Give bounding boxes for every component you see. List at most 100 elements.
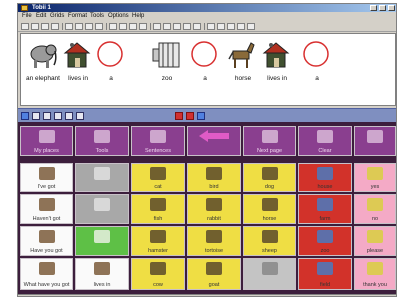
circle-icon: [303, 41, 329, 67]
cell-icon[interactable]: [193, 23, 201, 30]
save-icon[interactable]: [41, 23, 49, 30]
open-icon[interactable]: [31, 23, 39, 30]
grid-cell[interactable]: bird: [187, 163, 241, 192]
grid-cell[interactable]: tortoise: [187, 226, 241, 256]
grid-cell-label: house: [317, 184, 333, 190]
grid-cell[interactable]: Tools: [75, 126, 129, 156]
print-icon[interactable]: [51, 23, 59, 30]
grid-cell[interactable]: [75, 194, 129, 224]
help-icon[interactable]: [247, 23, 255, 30]
grid-cell[interactable]: sheep: [243, 226, 296, 256]
grid-cell[interactable]: Have you got: [20, 226, 73, 256]
sentence-symbol[interactable]: lives in: [261, 39, 291, 85]
menu-help[interactable]: Help: [132, 13, 144, 20]
settings-icon[interactable]: [227, 23, 235, 30]
grid-clear-icon[interactable]: [65, 112, 73, 120]
grid-forward-icon[interactable]: [43, 112, 51, 120]
grid-cell[interactable]: My places: [20, 126, 73, 156]
grid-layout-icon[interactable]: [183, 23, 191, 30]
grid-cell[interactable]: cat: [131, 163, 185, 192]
grid-cell[interactable]: dog: [243, 163, 296, 192]
new-icon[interactable]: [21, 23, 29, 30]
grid-cell[interactable]: Haven't got: [20, 194, 73, 224]
cow-icon: [150, 262, 166, 275]
grid-edit-icon[interactable]: [76, 112, 84, 120]
zoo-icon: [317, 230, 333, 243]
cut-icon[interactable]: [65, 23, 73, 30]
grid-speak-icon[interactable]: [54, 112, 62, 120]
zoom-icon[interactable]: [237, 23, 245, 30]
sentence-symbol[interactable]: lives in: [62, 39, 92, 85]
menu-tools[interactable]: Tools: [90, 13, 104, 20]
grid-cell-label: yes: [370, 184, 380, 190]
grid-home-icon[interactable]: [21, 112, 29, 120]
grid-cell[interactable]: Next page: [243, 126, 296, 156]
maximize-button[interactable]: [379, 5, 386, 11]
sentence-symbol[interactable]: a: [301, 39, 331, 85]
grid-cell-label: goat: [208, 282, 220, 288]
circle-icon: [191, 41, 217, 67]
grid-cell[interactable]: thank you: [354, 258, 396, 290]
paste-icon[interactable]: [85, 23, 93, 30]
font-color-icon[interactable]: [139, 23, 147, 30]
grid-cell[interactable]: hamster: [131, 226, 185, 256]
grid-redo-icon[interactable]: [186, 112, 194, 120]
bold-icon[interactable]: [109, 23, 117, 30]
align-right-icon[interactable]: [173, 23, 181, 30]
sentence-symbol[interactable]: a: [95, 39, 125, 85]
sentence-symbol[interactable]: zoo: [151, 39, 181, 85]
sentence-symbol[interactable]: horse: [227, 39, 257, 85]
grid-back-icon[interactable]: [32, 112, 40, 120]
grid-cell[interactable]: goat: [187, 258, 241, 290]
copy-icon[interactable]: [75, 23, 83, 30]
grid-cell[interactable]: cow: [131, 258, 185, 290]
book-icon: [150, 130, 166, 143]
sentence-symbol[interactable]: an elephant: [26, 39, 60, 85]
sentence-bar[interactable]: an elephant lives in a zoo a horse lives…: [20, 33, 396, 106]
grid-cell[interactable]: Sentences: [131, 126, 185, 156]
menu-options[interactable]: Options: [108, 13, 129, 20]
close-button[interactable]: [388, 5, 395, 11]
minimize-button[interactable]: [370, 5, 377, 11]
grid-cell-label: What have you got: [23, 282, 70, 288]
grid-cell[interactable]: zoo: [298, 226, 352, 256]
grid-cell[interactable]: house: [298, 163, 352, 192]
grid-cell[interactable]: field: [298, 258, 352, 290]
grid-cell[interactable]: [187, 126, 241, 156]
grid-cell[interactable]: please: [354, 226, 396, 256]
grid-cell[interactable]: fish: [131, 194, 185, 224]
grid-cell-label: lives in: [93, 282, 111, 288]
grid-cell[interactable]: farm: [298, 194, 352, 224]
grid-undo-icon[interactable]: [175, 112, 183, 120]
sentence-symbol[interactable]: a: [189, 39, 219, 85]
align-left-icon[interactable]: [153, 23, 161, 30]
grid-cell[interactable]: [75, 226, 129, 256]
italic-icon[interactable]: [119, 23, 127, 30]
please-icon: [367, 230, 383, 243]
underline-icon[interactable]: [129, 23, 137, 30]
menu-format[interactable]: Format: [68, 13, 87, 20]
grid-cell-label: no: [371, 216, 379, 222]
grid-cell[interactable]: horse: [243, 194, 296, 224]
grid-cell[interactable]: [75, 163, 129, 192]
grid-cell[interactable]: lives in: [75, 258, 129, 290]
grid-cell-label: farm: [319, 216, 331, 222]
menu-file[interactable]: File: [22, 13, 32, 20]
align-center-icon[interactable]: [163, 23, 171, 30]
grid-refresh-icon[interactable]: [197, 112, 205, 120]
goat-icon: [206, 262, 222, 275]
grid-cell[interactable]: What have you got: [20, 258, 73, 290]
menu-edit[interactable]: Edit: [36, 13, 46, 20]
grid-cell[interactable]: [243, 258, 296, 290]
speak-icon[interactable]: [217, 23, 225, 30]
menu-grids[interactable]: Grids: [50, 13, 64, 20]
undo-icon[interactable]: [95, 23, 103, 30]
grid-cell[interactable]: yes: [354, 163, 396, 192]
grid-cell[interactable]: Clear: [298, 126, 352, 156]
grid-cell[interactable]: [354, 126, 396, 156]
grid-cell[interactable]: rabbit: [187, 194, 241, 224]
grid-cell[interactable]: no: [354, 194, 396, 224]
grid-cell[interactable]: I've got: [20, 163, 73, 192]
symbol-icon[interactable]: [207, 23, 215, 30]
symbol-label: horse: [234, 75, 252, 82]
